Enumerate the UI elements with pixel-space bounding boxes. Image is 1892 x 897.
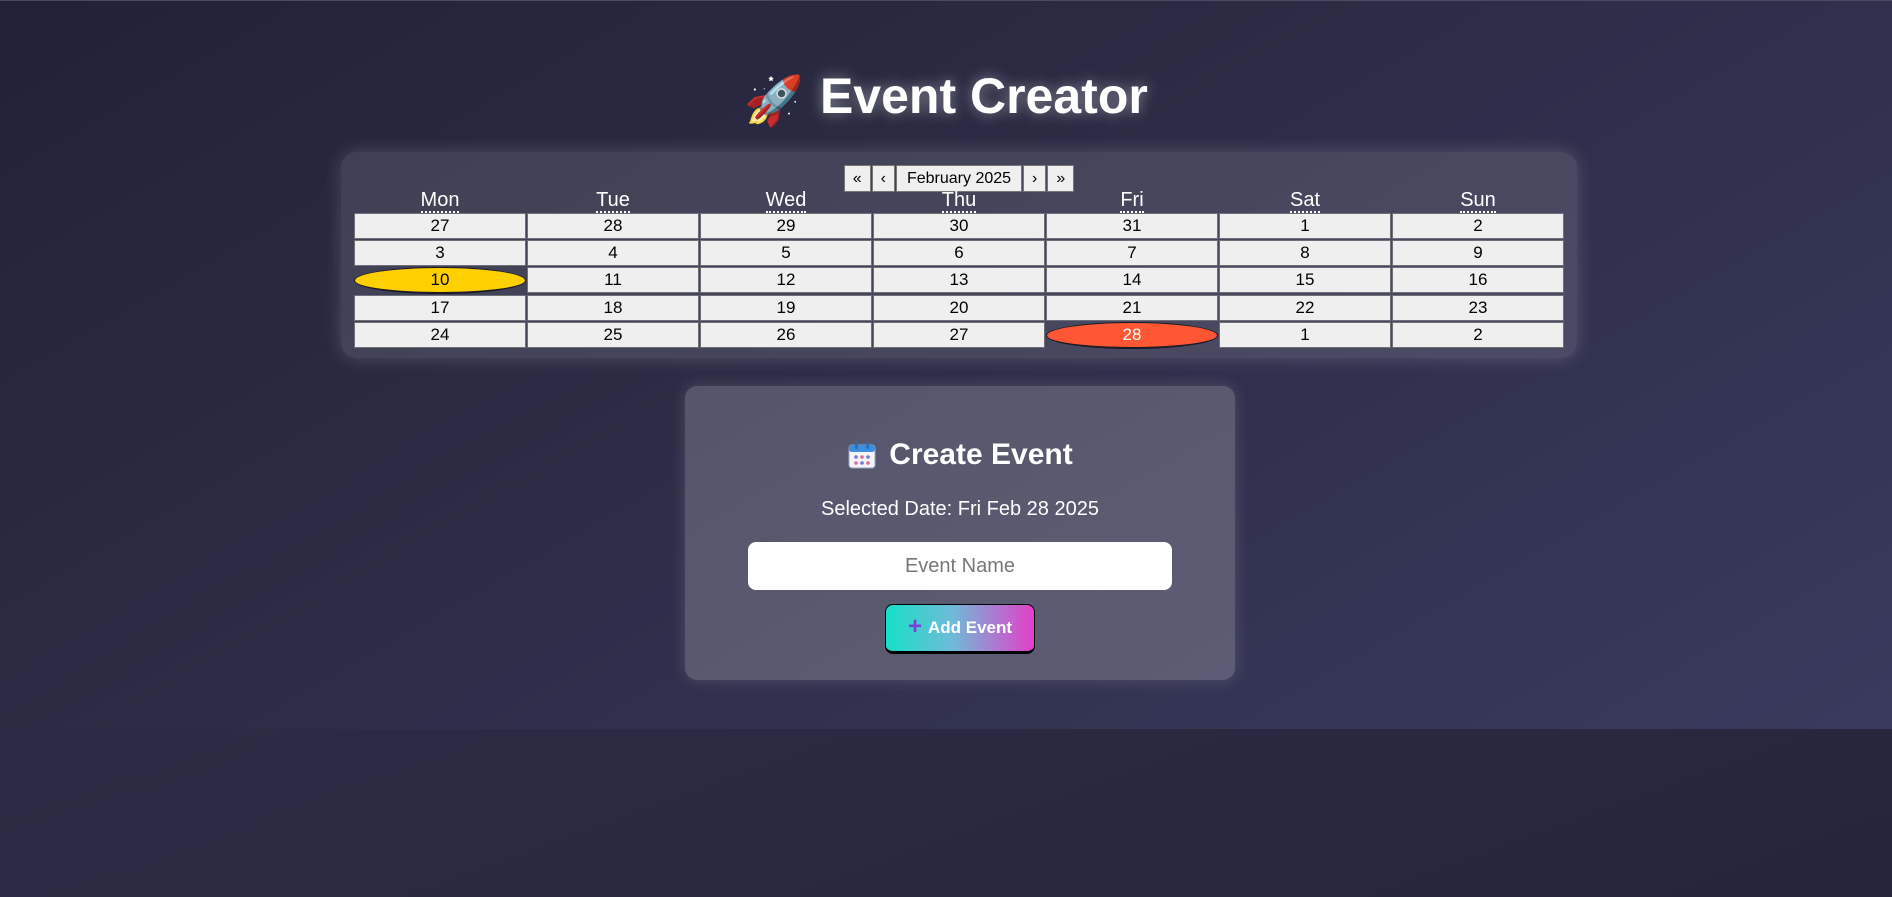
calendar-day[interactable]: 5 (700, 240, 872, 266)
calendar-day[interactable]: 13 (873, 267, 1045, 293)
calendar-day[interactable]: 19 (700, 295, 872, 321)
calendar-day[interactable]: 6 (873, 240, 1045, 266)
calendar-icon (847, 440, 877, 478)
weekday-sun: Sun (1460, 189, 1496, 213)
calendar-day[interactable]: 2 (1392, 322, 1564, 348)
calendar-day[interactable]: 8 (1219, 240, 1391, 266)
calendar-navigation: « ‹ February 2025 › » (341, 165, 1577, 192)
rocket-icon: 🚀 (744, 75, 804, 128)
event-name-input[interactable] (748, 542, 1172, 590)
calendar-day-selected[interactable]: 28 (1046, 322, 1218, 349)
calendar-day[interactable]: 16 (1392, 267, 1564, 293)
calendar-day[interactable]: 26 (700, 322, 872, 348)
weekday-fri: Fri (1120, 189, 1144, 213)
calendar-day[interactable]: 1 (1219, 322, 1391, 348)
create-event-panel: Create Event Selected Date: Fri Feb 28 2… (685, 386, 1235, 680)
calendar-day[interactable]: 29 (700, 213, 872, 239)
calendar-day[interactable]: 3 (354, 240, 526, 266)
prev-month-button[interactable]: ‹ (871, 165, 895, 192)
calendar-day[interactable]: 18 (527, 295, 699, 321)
calendar-day[interactable]: 4 (527, 240, 699, 266)
page-title: 🚀 Event Creator (0, 67, 1892, 129)
weekday-mon: Mon (420, 189, 460, 213)
calendar-day[interactable]: 15 (1219, 267, 1391, 293)
calendar-day[interactable]: 9 (1392, 240, 1564, 266)
weekday-tue: Tue (596, 189, 630, 213)
weekday-wed: Wed (765, 189, 807, 213)
calendar-day-grid: 27 28 29 30 31 1 2 3 4 5 6 7 8 9 10 11 12 13 14 15 16 17 18 19 2… (354, 213, 1565, 349)
calendar-day[interactable]: 21 (1046, 295, 1218, 321)
next-year-button[interactable]: » (1047, 165, 1075, 192)
next-month-button[interactable]: › (1023, 165, 1047, 192)
weekday-header: Mon Tue Wed Thu Fri Sat Sun (354, 189, 1565, 213)
calendar-day[interactable]: 2 (1392, 213, 1564, 239)
weekday-thu: Thu (941, 189, 977, 213)
calendar-day[interactable]: 22 (1219, 295, 1391, 321)
app-container: 🚀 Event Creator « ‹ February 2025 › » Mon… (0, 1, 1892, 729)
prev-year-button[interactable]: « (843, 165, 871, 192)
calendar-day[interactable]: 14 (1046, 267, 1218, 293)
calendar-day[interactable]: 27 (873, 322, 1045, 348)
plus-icon: + (907, 613, 922, 640)
create-event-heading: Create Event (685, 438, 1235, 478)
calendar-day[interactable]: 30 (873, 213, 1045, 239)
month-label-button[interactable]: February 2025 (896, 165, 1022, 192)
calendar-day-today[interactable]: 10 (354, 267, 526, 294)
calendar-day[interactable]: 27 (354, 213, 526, 239)
selected-date-text: Selected Date: Fri Feb 28 2025 (821, 498, 1099, 520)
add-event-button-label: Add Event (927, 618, 1013, 637)
add-event-button[interactable]: + Add Event (885, 604, 1035, 654)
calendar-day[interactable]: 17 (354, 295, 526, 321)
calendar-day[interactable]: 31 (1046, 213, 1218, 239)
calendar-day[interactable]: 7 (1046, 240, 1218, 266)
calendar: « ‹ February 2025 › » Mon Tue Wed Thu Fr… (341, 152, 1577, 358)
calendar-day[interactable]: 25 (527, 322, 699, 348)
calendar-day[interactable]: 23 (1392, 295, 1564, 321)
calendar-day[interactable]: 28 (527, 213, 699, 239)
calendar-day[interactable]: 1 (1219, 213, 1391, 239)
calendar-day[interactable]: 20 (873, 295, 1045, 321)
calendar-day[interactable]: 12 (700, 267, 872, 293)
create-event-heading-text: Create Event (889, 438, 1073, 471)
calendar-day[interactable]: 24 (354, 322, 526, 348)
page-title-text: Event Creator (819, 68, 1148, 124)
weekday-sat: Sat (1289, 189, 1321, 213)
calendar-day[interactable]: 11 (527, 267, 699, 293)
